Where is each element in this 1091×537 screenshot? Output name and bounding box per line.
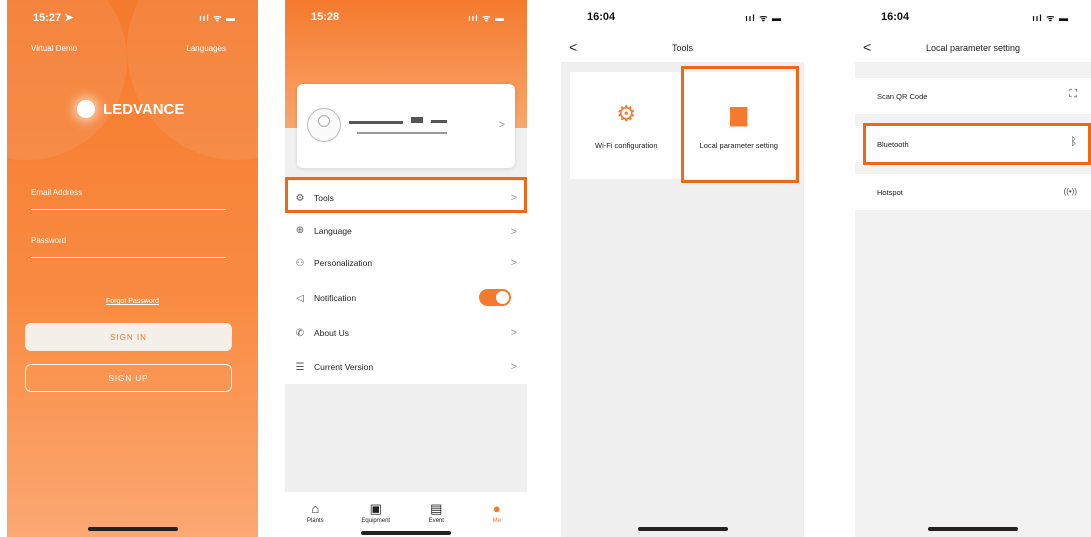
notification-toggle[interactable] [479, 289, 511, 306]
tile-label: Wi-Fi configuration [594, 141, 658, 150]
home-indicator [928, 527, 1018, 531]
status-icons: ııl ᯤ ▬ [745, 13, 782, 23]
home-indicator [87, 527, 178, 531]
status-icons: ııl ᯤ ▬ [468, 13, 505, 23]
virtual-demo-link[interactable]: Virtual Demo [31, 44, 77, 53]
email-field[interactable] [31, 209, 226, 210]
redacted-name [431, 120, 447, 123]
hotspot-icon: ((•)) [1063, 187, 1077, 196]
menu-item-personalization[interactable]: ⚇ Personalization > [285, 246, 527, 280]
tab-label: Plants [306, 518, 324, 524]
plants-icon: ⌂ [311, 501, 320, 516]
page-title: Tools [671, 43, 693, 53]
qr-scan-icon: ⛶ [1069, 88, 1077, 100]
phone-icon: ✆ [295, 327, 305, 339]
highlight-box [285, 177, 527, 213]
redacted-id [357, 132, 447, 134]
chevron-right-icon: > [510, 257, 517, 269]
brand-logo: LEDVANCE [77, 100, 184, 118]
status-bar: 16:04 ııl ᯤ ▬ [855, 0, 1091, 30]
globe-icon: ⊕ [295, 225, 305, 236]
highlight-box [681, 66, 799, 183]
chevron-right-icon: > [510, 361, 517, 373]
equipment-icon: ▣ [369, 501, 382, 516]
menu-item-notification: ◁ Notification [285, 280, 527, 316]
languages-link[interactable]: Languages [186, 44, 226, 53]
menu-item-label: About Us [314, 328, 349, 338]
password-field[interactable] [31, 257, 226, 258]
menu-item-language[interactable]: ⊕ Language > [285, 215, 527, 246]
wifi-gear-icon: ⚙ [616, 101, 637, 126]
navigation-bar: < Local parameter setting [855, 30, 1091, 62]
row-label: Hotspot [877, 188, 903, 197]
profile-card[interactable]: > [297, 84, 515, 168]
brand-name: LEDVANCE [103, 100, 185, 118]
chevron-right-icon: > [498, 119, 505, 131]
chevron-right-icon: > [510, 327, 517, 339]
email-field-label[interactable]: Email Address [31, 188, 82, 197]
login-screen: 15:27 ➤ ııl ᯤ ▬ Virtual Demo Languages L… [7, 0, 258, 537]
tab-me[interactable]: ● Me [472, 492, 522, 537]
home-indicator [637, 527, 728, 531]
redacted-name [349, 121, 403, 124]
forgot-password-link[interactable]: Forgot Password [7, 298, 258, 305]
password-field-label[interactable]: Password [31, 236, 66, 245]
status-icons: ııl ᯤ ▬ [1032, 13, 1069, 23]
menu-item-label: Notification [314, 293, 357, 303]
menu-item-about-us[interactable]: ✆ About Us > [285, 316, 527, 350]
person-icon: ⚇ [295, 257, 305, 269]
tools-screen: 16:04 ııl ᯤ ▬ < Tools ⚙ Wi-Fi configurat… [561, 0, 804, 537]
tab-label: Event [428, 518, 444, 524]
home-indicator [361, 531, 451, 535]
status-time: 15:27 ➤ [33, 12, 74, 24]
status-time: 16:04 [587, 11, 616, 23]
wifi-configuration-tile[interactable]: ⚙ Wi-Fi configuration [570, 72, 683, 179]
menu-item-label: Language [314, 225, 352, 236]
logo-icon [77, 100, 95, 118]
me-screen: 15:28 ııl ᯤ ▬ > ⚙ Tools > ⊕ Language > ⚇… [285, 0, 527, 537]
tab-label: Equipment [361, 518, 391, 524]
page-title: Local parameter setting [925, 43, 1021, 53]
sign-up-button[interactable]: SIGN UP [25, 364, 232, 392]
tab-label: Me [492, 518, 501, 524]
status-time: 15:28 [311, 11, 340, 23]
sign-in-button[interactable]: SIGN IN [25, 323, 232, 351]
scan-qr-code-row[interactable]: Scan QR Code ⛶ [855, 78, 1091, 114]
redacted-name [411, 117, 423, 123]
local-parameter-screen: 16:04 ııl ᯤ ▬ < Local parameter setting … [855, 0, 1091, 537]
highlight-box [863, 123, 1091, 165]
speaker-icon: ◁ [296, 292, 304, 304]
tab-plants[interactable]: ⌂ Plants [290, 492, 340, 537]
menu-item-label: Current Version [314, 362, 374, 372]
status-time: 16:04 [881, 11, 910, 23]
row-label: Scan QR Code [877, 92, 928, 101]
status-bar: 15:27 ➤ ııl ᯤ ▬ [7, 0, 258, 30]
user-icon: ● [492, 501, 501, 516]
avatar [307, 108, 341, 142]
status-icons: ııl ᯤ ▬ [199, 13, 236, 23]
event-icon: ▤ [430, 501, 443, 516]
document-icon: ☰ [295, 361, 305, 373]
menu-item-current-version[interactable]: ☰ Current Version > [285, 350, 527, 384]
chevron-right-icon: > [510, 226, 517, 238]
hotspot-row[interactable]: Hotspot ((•)) [855, 174, 1091, 210]
navigation-bar: < Tools [561, 30, 804, 62]
status-bar: 15:28 ııl ᯤ ▬ [285, 0, 527, 30]
status-bar: 16:04 ııl ᯤ ▬ [561, 0, 804, 30]
menu-item-label: Personalization [314, 258, 373, 268]
